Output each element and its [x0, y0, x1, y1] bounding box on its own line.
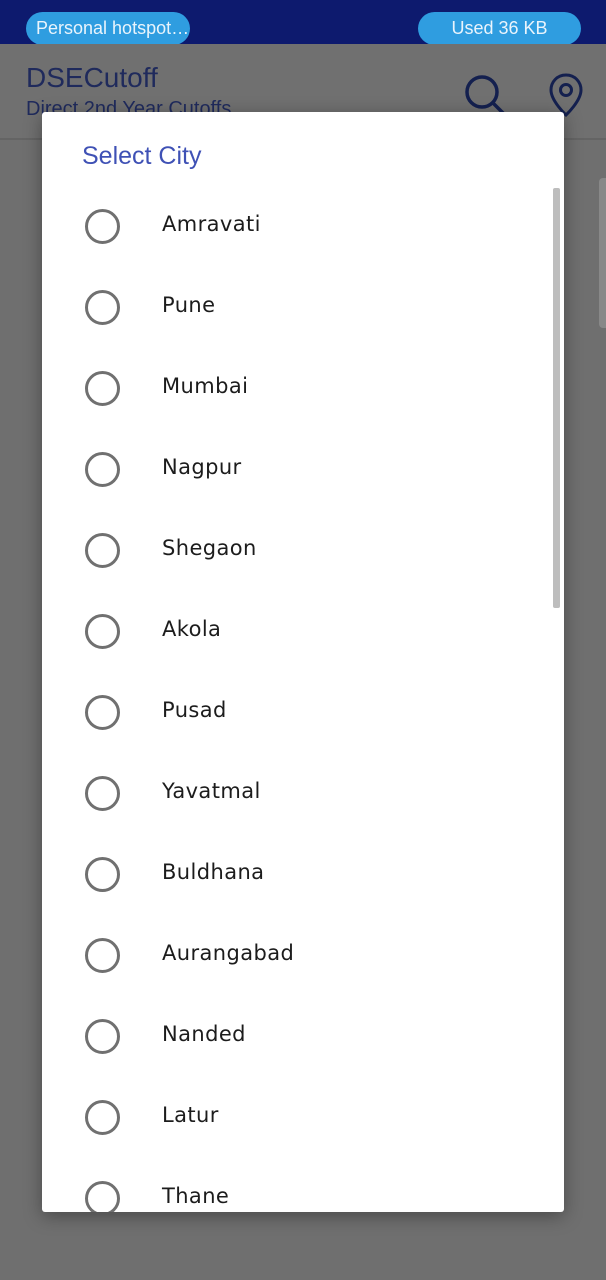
- app-title: DSECutoff: [26, 62, 158, 93]
- city-option-label: Buldhana: [162, 860, 265, 884]
- radio-button-icon[interactable]: [85, 1019, 120, 1054]
- background-scrollbar: [599, 178, 606, 328]
- radio-button-icon[interactable]: [85, 614, 120, 649]
- radio-button-icon[interactable]: [85, 209, 120, 244]
- city-option-label: Latur: [162, 1103, 219, 1127]
- city-option-label: Nanded: [162, 1022, 246, 1046]
- city-option[interactable]: Pune: [42, 267, 564, 348]
- radio-button-icon[interactable]: [85, 857, 120, 892]
- status-bar: Personal hotspot… Used 36 KB: [0, 0, 606, 45]
- hotspot-pill[interactable]: Personal hotspot…: [26, 12, 190, 45]
- city-option[interactable]: Shegaon: [42, 510, 564, 591]
- city-option-label: Shegaon: [162, 536, 257, 560]
- data-usage-pill[interactable]: Used 36 KB: [418, 12, 581, 45]
- city-option[interactable]: Pusad: [42, 672, 564, 753]
- dialog-title: Select City: [82, 142, 202, 170]
- radio-button-icon[interactable]: [85, 695, 120, 730]
- radio-button-icon[interactable]: [85, 371, 120, 406]
- radio-button-icon[interactable]: [85, 938, 120, 973]
- city-option-label: Nagpur: [162, 455, 242, 479]
- city-option[interactable]: Amravati: [42, 186, 564, 267]
- radio-button-icon[interactable]: [85, 1100, 120, 1135]
- radio-button-icon[interactable]: [85, 776, 120, 811]
- city-option[interactable]: Latur: [42, 1077, 564, 1158]
- city-option-label: Thane: [162, 1184, 230, 1208]
- city-option[interactable]: Mumbai: [42, 348, 564, 429]
- radio-button-icon[interactable]: [85, 533, 120, 568]
- city-option[interactable]: Akola: [42, 591, 564, 672]
- city-option[interactable]: Yavatmal: [42, 753, 564, 834]
- city-option-label: Pusad: [162, 698, 227, 722]
- city-options-list: Amravati Pune Mumbai Nagpur Shegaon Akola Pusa…: [42, 186, 564, 1212]
- city-option-label: Amravati: [162, 212, 261, 236]
- city-option[interactable]: Nanded: [42, 996, 564, 1077]
- city-option-label: Mumbai: [162, 374, 249, 398]
- city-option-label: Aurangabad: [162, 941, 295, 965]
- select-city-dialog: Select City Amravati Pune Mumbai Nagpur Sheg…: [42, 112, 564, 1212]
- city-option-label: Yavatmal: [162, 779, 261, 803]
- city-option[interactable]: Thane: [42, 1158, 564, 1212]
- radio-button-icon[interactable]: [85, 290, 120, 325]
- radio-button-icon[interactable]: [85, 1181, 120, 1212]
- radio-button-icon[interactable]: [85, 452, 120, 487]
- city-option-label: Akola: [162, 617, 222, 641]
- city-option[interactable]: Nagpur: [42, 429, 564, 510]
- city-option[interactable]: Buldhana: [42, 834, 564, 915]
- city-option[interactable]: Aurangabad: [42, 915, 564, 996]
- city-option-label: Pune: [162, 293, 216, 317]
- dialog-scrollbar[interactable]: [553, 188, 560, 608]
